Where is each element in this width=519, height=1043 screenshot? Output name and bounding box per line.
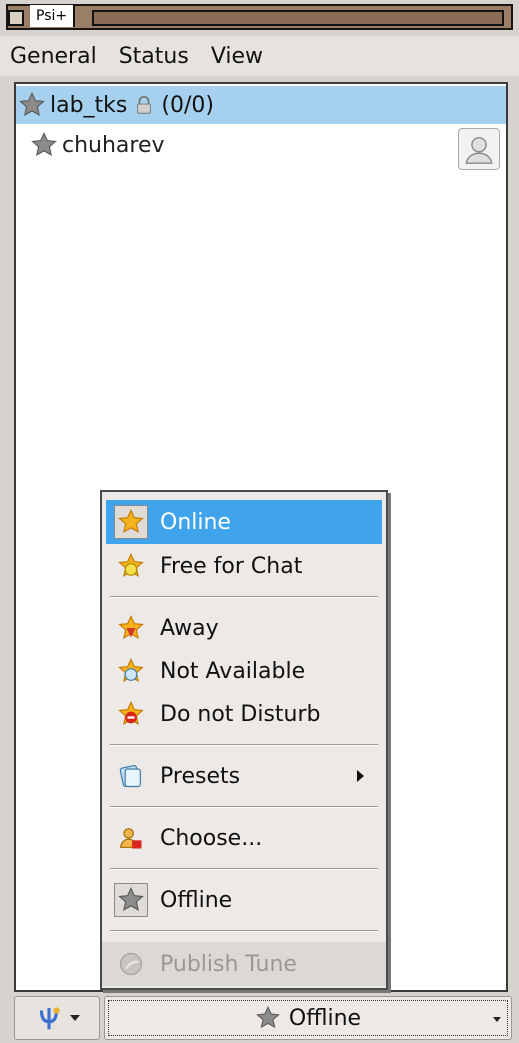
contact-row[interactable]: chuharev xyxy=(16,126,506,164)
menu-item-label: Online xyxy=(160,509,231,535)
menu-item-label: Do not Disturb xyxy=(160,701,321,727)
menu-item-online[interactable]: Online xyxy=(106,500,382,544)
star-online-icon xyxy=(114,505,148,539)
bottom-toolbar: Offline xyxy=(0,994,519,1043)
presets-icon xyxy=(114,759,148,793)
account-counts: (0/0) xyxy=(161,92,214,118)
menu-item-publish-tune: Publish Tune xyxy=(102,942,386,986)
star-offline-icon xyxy=(19,91,45,116)
avatar-placeholder-icon xyxy=(465,136,493,164)
menu-item-not-available[interactable]: Not Available xyxy=(106,649,382,693)
star-chat-icon xyxy=(114,549,148,583)
menu-item-label: Not Available xyxy=(160,658,306,684)
psi-logo-icon xyxy=(39,1007,60,1030)
menu-separator xyxy=(110,868,378,870)
menu-item-label: Free for Chat xyxy=(160,553,303,579)
menu-separator xyxy=(110,930,378,932)
menu-item-label: Choose... xyxy=(160,825,263,851)
star-offline-icon xyxy=(256,1005,280,1029)
choose-icon xyxy=(114,821,148,855)
menu-separator xyxy=(110,744,378,746)
chevron-down-icon xyxy=(493,1017,501,1022)
menu-view[interactable]: View xyxy=(211,44,263,69)
status-select-value: Offline xyxy=(288,1005,362,1031)
psi-menu-button[interactable] xyxy=(14,996,100,1040)
contact-name: chuharev xyxy=(62,132,165,158)
chevron-down-icon xyxy=(70,1015,80,1021)
status-select[interactable]: Offline xyxy=(104,996,512,1040)
window-menu-box[interactable] xyxy=(8,10,24,26)
avatar xyxy=(458,128,500,170)
menu-item-label: Offline xyxy=(160,887,233,913)
menu-item-offline[interactable]: Offline xyxy=(106,878,382,922)
menu-item-do-not-disturb[interactable]: Do not Disturb xyxy=(106,692,382,736)
menu-separator xyxy=(110,806,378,808)
star-offline-icon xyxy=(114,883,148,917)
lock-icon xyxy=(137,95,152,114)
titlebar-fill xyxy=(92,10,504,26)
menu-item-label: Presets xyxy=(160,763,241,789)
star-na-icon xyxy=(114,654,148,688)
star-away-icon xyxy=(114,611,148,645)
menu-general[interactable]: General xyxy=(10,44,97,69)
menu-item-label: Publish Tune xyxy=(160,951,297,977)
window-titlebar[interactable]: Psi+ xyxy=(0,0,519,34)
account-row[interactable]: lab_tks (0/0) xyxy=(16,86,506,124)
star-dnd-icon xyxy=(114,697,148,731)
menu-item-away[interactable]: Away xyxy=(106,606,382,650)
menu-item-choose[interactable]: Choose... xyxy=(106,816,382,860)
menubar: General Status View xyxy=(0,36,519,76)
star-offline-icon xyxy=(31,131,57,156)
status-popup-menu: Online Free for Chat Away Not Available … xyxy=(100,490,388,990)
tune-icon xyxy=(114,947,148,981)
account-name: lab_tks xyxy=(50,92,128,118)
menu-separator xyxy=(110,596,378,598)
menu-status[interactable]: Status xyxy=(119,44,189,69)
menu-item-presets[interactable]: Presets xyxy=(106,754,382,798)
menu-item-label: Away xyxy=(160,615,219,641)
menu-item-free-for-chat[interactable]: Free for Chat xyxy=(106,544,382,588)
submenu-arrow-icon xyxy=(357,770,364,782)
window-title: Psi+ xyxy=(30,5,76,27)
